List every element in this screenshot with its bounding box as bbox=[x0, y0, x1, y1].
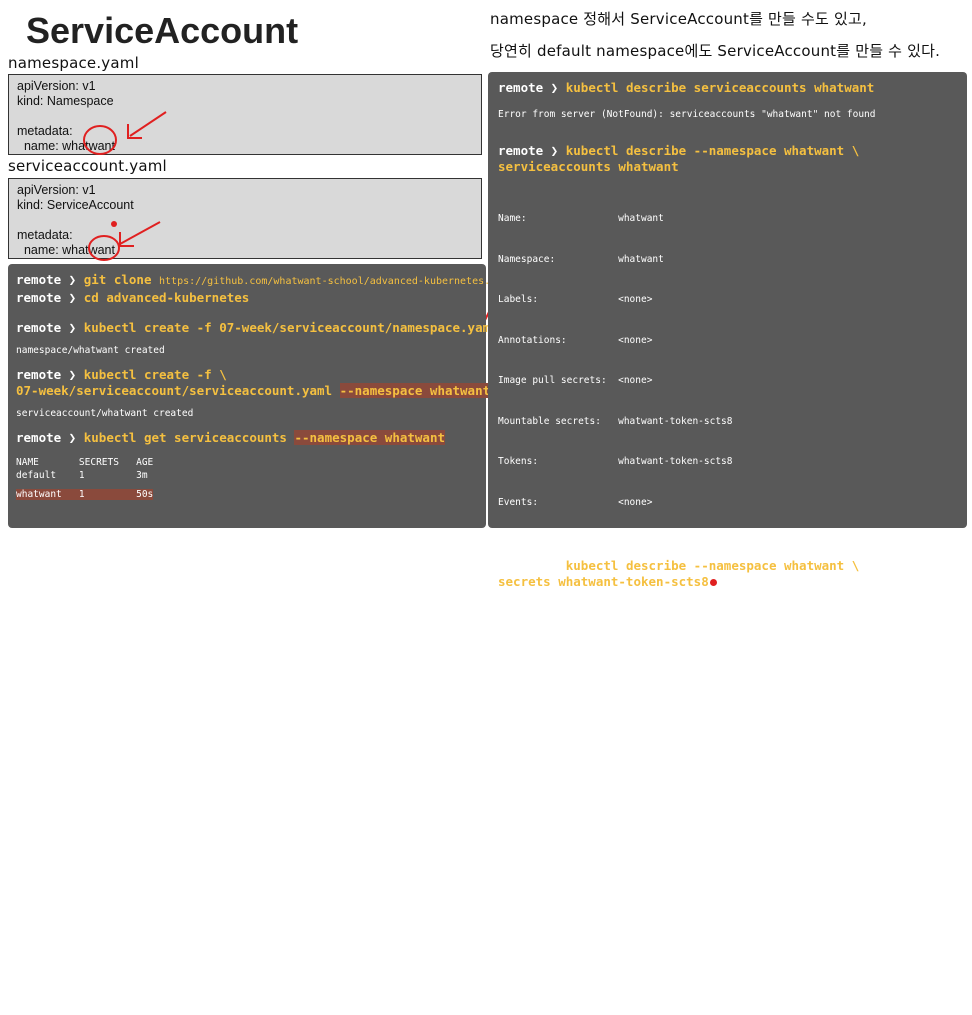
data-separator: ==== bbox=[498, 821, 521, 832]
prompt: remote ❯ bbox=[16, 430, 77, 445]
describe-field: Labels: <none> bbox=[498, 294, 653, 305]
command-output: serviceaccount/whatwant created bbox=[16, 408, 194, 419]
command-text: kubectl get serviceaccounts bbox=[83, 430, 287, 445]
describe-field: ... bbox=[498, 707, 516, 718]
table-row: whatwant 1 50s bbox=[16, 489, 154, 500]
command-line: remote ❯ kubectl describe serviceaccount… bbox=[498, 80, 957, 96]
data-section: Data ==== ca.crt: 1099 bytes namespace: … bbox=[498, 755, 957, 1015]
command-line: serviceaccounts whatwant bbox=[498, 159, 957, 175]
describe-field: Namespace: whatwant bbox=[498, 668, 624, 679]
note-line-1: namespace 정해서 ServiceAccount를 만들 수도 있고, bbox=[490, 10, 867, 28]
command-output: namespace/whatwant created bbox=[16, 345, 165, 356]
yaml-line: apiVersion: v1 bbox=[17, 79, 96, 93]
yaml-line: metadata: bbox=[17, 124, 73, 138]
serviceaccount-yaml-box: apiVersion: v1 kind: ServiceAccount meta… bbox=[8, 178, 482, 259]
data-title: Data bbox=[498, 782, 521, 793]
yaml-line: apiVersion: v1 bbox=[17, 183, 96, 197]
namespace-flag-highlight: --namespace whatwant bbox=[339, 383, 491, 398]
describe-field: Tokens: whatwant-token-scts8 bbox=[498, 456, 733, 467]
namespace-flag-highlight: --namespace whatwant bbox=[294, 430, 445, 445]
command-line: remote ❯ git clone https://github.com/wh… bbox=[16, 272, 508, 290]
prompt: remote ❯ bbox=[498, 80, 559, 95]
serviceaccount-yaml-filename: serviceaccount.yaml bbox=[8, 157, 167, 175]
prompt: remote ❯ bbox=[16, 290, 77, 305]
describe-field: Events: <none> bbox=[498, 496, 653, 508]
namespace-yaml-filename: namespace.yaml bbox=[8, 54, 139, 72]
command-text: kubectl create -f 07-week/serviceaccount… bbox=[83, 320, 498, 335]
command-text: git clone bbox=[83, 272, 152, 287]
right-terminal: remote ❯ kubectl describe serviceaccount… bbox=[488, 72, 967, 988]
table-row: default 1 3m bbox=[16, 470, 148, 481]
command-text: kubectl describe --namespace whatwant \ bbox=[565, 143, 860, 158]
describe-output: Name: whatwant Namespace: whatwant Label… bbox=[498, 185, 957, 536]
data-field: namespace: 8 bytes bbox=[498, 899, 607, 910]
yaml-line: metadata: bbox=[17, 228, 73, 242]
yaml-line: name: whatwant bbox=[17, 139, 115, 153]
command-line: secrets whatwant-token-scts8 bbox=[498, 574, 957, 590]
yaml-line bbox=[17, 213, 473, 228]
command-line: remote ❯ kubectl describe --namespace wh… bbox=[498, 558, 957, 574]
describe-field: Annotations: <none> bbox=[498, 334, 653, 346]
page-title: ServiceAccount bbox=[26, 10, 299, 51]
command-text: kubectl create -f \ bbox=[83, 367, 227, 382]
table-header: NAME SECRETS AGE bbox=[16, 457, 154, 468]
command-text: kubectl describe --namespace whatwant \ bbox=[565, 558, 860, 573]
command-text: cd advanced-kubernetes bbox=[83, 290, 250, 305]
describe-field: Namespace: whatwant bbox=[498, 253, 664, 265]
command-text: secrets whatwant-token-scts8 bbox=[498, 574, 709, 589]
red-dot-marker bbox=[709, 579, 717, 586]
command-line: 07-week/serviceaccount/serviceaccount.ya… bbox=[16, 383, 491, 399]
yaml-line: kind: Namespace bbox=[17, 94, 114, 108]
command-line: remote ❯ kubectl describe --namespace wh… bbox=[498, 143, 957, 159]
namespace-yaml-box: apiVersion: v1 kind: Namespace metadata:… bbox=[8, 74, 482, 155]
command-line: remote ❯ kubectl get serviceaccounts --n… bbox=[16, 430, 478, 446]
command-text: kubectl describe serviceaccounts whatwan… bbox=[565, 80, 875, 95]
table-row-highlighted: whatwant 1 50s bbox=[16, 488, 154, 501]
note-line-2: 당연히 default namespace에도 ServiceAccount를 … bbox=[490, 42, 941, 60]
left-terminal: remote ❯ git clone https://github.com/wh… bbox=[8, 264, 508, 528]
prompt: remote ❯ bbox=[16, 320, 77, 335]
prompt: remote ❯ bbox=[498, 558, 559, 573]
prompt: remote ❯ bbox=[498, 143, 559, 158]
prompt: remote ❯ bbox=[16, 272, 77, 287]
describe-field: Name: whatwant-token-scts8 bbox=[498, 629, 693, 640]
data-field: ca.crt: 1099 bytes bbox=[498, 860, 624, 871]
data-field: ... bbox=[498, 977, 516, 988]
describe-field: Name: whatwant bbox=[498, 213, 664, 224]
yaml-line bbox=[17, 109, 473, 124]
command-line: remote ❯ kubectl create -f 07-week/servi… bbox=[16, 320, 498, 336]
prompt: remote ❯ bbox=[16, 367, 77, 382]
describe-field: Image pull secrets: <none> bbox=[498, 375, 653, 386]
command-line: remote ❯ kubectl create -f \ bbox=[16, 367, 478, 383]
data-field: token: eyJhbGciOiJSUzI1NiIsImtpZCI6IjJHU… bbox=[498, 938, 957, 949]
repo-url: https://github.com/whatwant-school/advan… bbox=[159, 276, 509, 287]
command-text: serviceaccounts whatwant bbox=[498, 159, 679, 174]
yaml-line: kind: ServiceAccount bbox=[17, 198, 134, 212]
error-output: Error from server (NotFound): serviceacc… bbox=[498, 109, 876, 120]
command-line: remote ❯ cd advanced-kubernetes bbox=[16, 290, 478, 306]
command-text: 07-week/serviceaccount/serviceaccount.ya… bbox=[16, 383, 333, 398]
describe-output: Name: whatwant-token-scts8 Namespace: wh… bbox=[498, 602, 957, 745]
yaml-line: name: whatwant bbox=[17, 243, 115, 257]
describe-field: Mountable secrets: whatwant-token-scts8 bbox=[498, 415, 733, 427]
